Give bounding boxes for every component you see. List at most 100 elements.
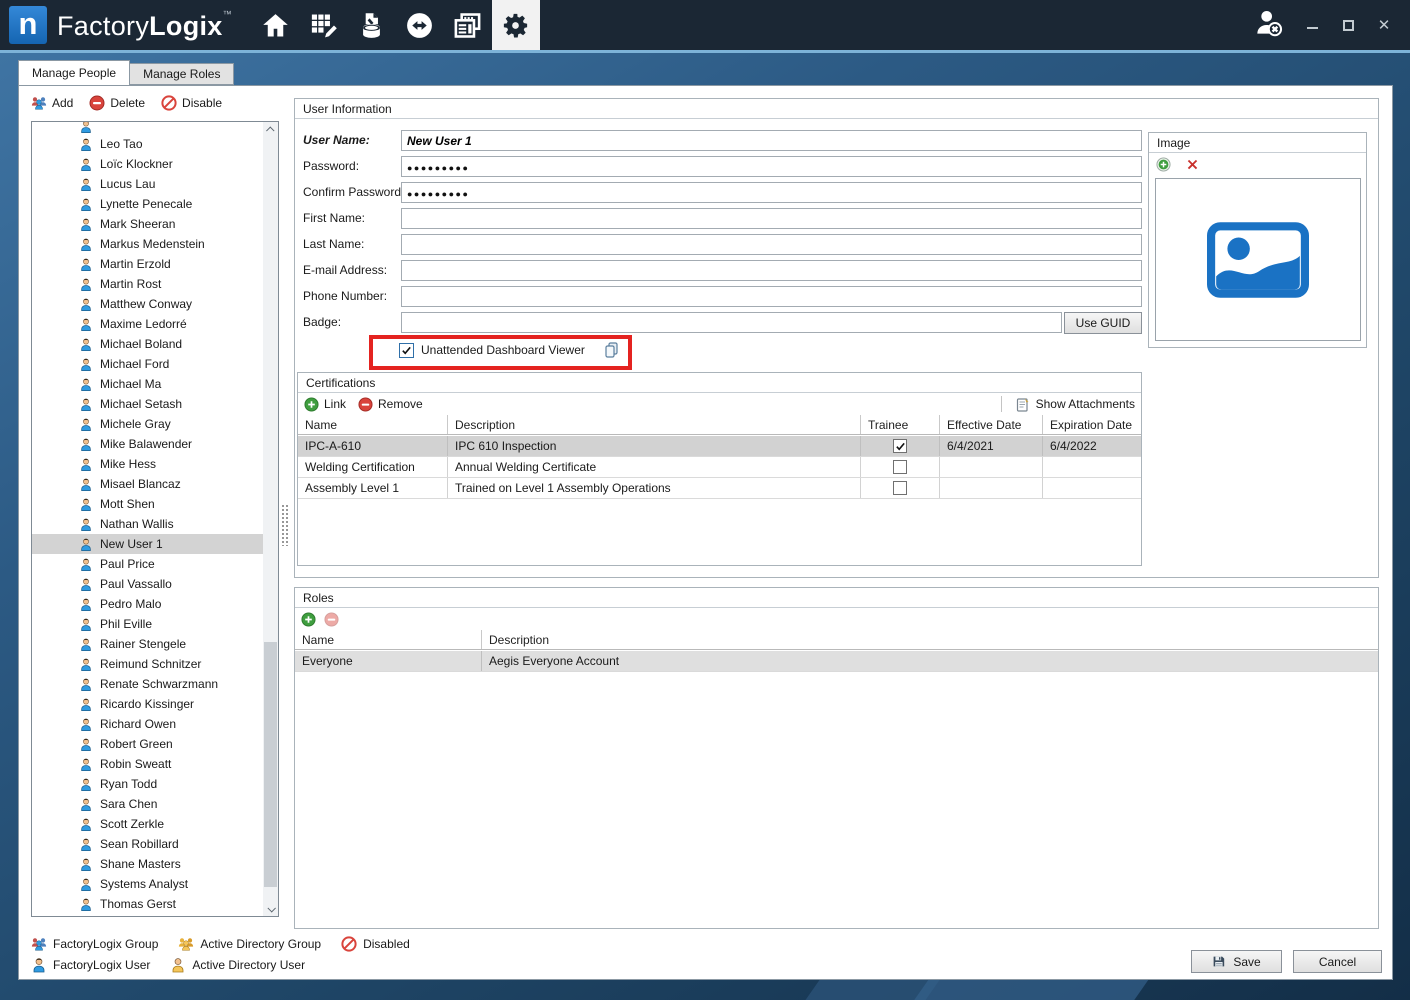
list-item[interactable]: Michael Boland	[32, 334, 264, 354]
list-item[interactable]: Richard Owen	[32, 714, 264, 734]
list-item[interactable]: Sean Robillard	[32, 834, 264, 854]
list-item[interactable]: Lynette Penecale	[32, 194, 264, 214]
logout-user-icon[interactable]	[1252, 7, 1284, 44]
minimize-button[interactable]	[1304, 17, 1320, 33]
list-item[interactable]: Sara Chen	[32, 794, 264, 814]
col-effective-date[interactable]: Effective Date	[940, 415, 1043, 434]
list-item[interactable]: Tim Jernagin	[32, 914, 264, 917]
list-item[interactable]: Markus Medenstein	[32, 234, 264, 254]
add-role-icon[interactable]	[301, 612, 316, 627]
maximize-button[interactable]	[1340, 17, 1356, 33]
list-item[interactable]: Leo Tao	[32, 134, 264, 154]
list-item[interactable]: Rainer Stengele	[32, 634, 264, 654]
list-item[interactable]: Renate Schwarzmann	[32, 674, 264, 694]
remove-role-icon[interactable]	[324, 612, 339, 627]
list-item[interactable]: Mike Balawender	[32, 434, 264, 454]
list-item[interactable]: Martin Erzold	[32, 254, 264, 274]
badge-label: Badge:	[303, 315, 341, 329]
email-address-field[interactable]	[401, 260, 1142, 281]
active-directory-group-icon	[178, 936, 194, 952]
table-row[interactable]: IPC-A-610IPC 610 Inspection6/4/20216/4/2…	[298, 436, 1141, 457]
table-row[interactable]: EveryoneAegis Everyone Account	[295, 651, 1378, 672]
list-item[interactable]: Mott Shen	[32, 494, 264, 514]
list-item[interactable]	[32, 122, 264, 134]
sync-circle-arrows-icon[interactable]	[396, 0, 444, 50]
list-item[interactable]: Robert Green	[32, 734, 264, 754]
scroll-thumb[interactable]	[264, 642, 277, 887]
tab-manage-people[interactable]: Manage People	[18, 60, 130, 85]
table-row[interactable]: Assembly Level 1Trained on Level 1 Assem…	[298, 478, 1141, 499]
list-item[interactable]: Matthew Conway	[32, 294, 264, 314]
confirm-password-field[interactable]: ●●●●●●●●●	[401, 182, 1142, 203]
people-scrollbar[interactable]	[263, 122, 278, 916]
attachment-icon	[1016, 397, 1030, 412]
list-item[interactable]: Misael Blancaz	[32, 474, 264, 494]
production-database-icon[interactable]	[348, 0, 396, 50]
add-person-button[interactable]: Add	[31, 95, 73, 111]
list-item[interactable]: Maxime Ledorré	[32, 314, 264, 334]
col-trainee[interactable]: Trainee	[861, 415, 940, 434]
list-item[interactable]: Martin Rost	[32, 274, 264, 294]
use-guid-button[interactable]: Use GUID	[1064, 312, 1142, 334]
list-item[interactable]: Michele Gray	[32, 414, 264, 434]
list-item[interactable]: Ryan Todd	[32, 774, 264, 794]
trainee-checkbox[interactable]	[893, 439, 907, 453]
delete-person-button[interactable]: Delete	[89, 95, 145, 111]
list-item[interactable]: Michael Ma	[32, 374, 264, 394]
save-button[interactable]: Save	[1191, 950, 1282, 973]
list-item[interactable]: Systems Analyst	[32, 874, 264, 894]
list-item[interactable]: Nathan Wallis	[32, 514, 264, 534]
col-name[interactable]: Name	[298, 415, 448, 434]
confirm-password-label: Confirm Password:	[303, 185, 404, 199]
list-item[interactable]: Michael Ford	[32, 354, 264, 374]
list-item[interactable]: Paul Vassallo	[32, 574, 264, 594]
phone-number-field[interactable]	[401, 286, 1142, 307]
user-name-field[interactable]: New User 1	[401, 130, 1142, 151]
col-expiration-date[interactable]: Expiration Date	[1043, 415, 1141, 434]
badge-field[interactable]	[401, 312, 1062, 333]
unattended-dashboard-checkbox[interactable]	[399, 343, 414, 358]
list-item[interactable]: Shane Masters	[32, 854, 264, 874]
list-item[interactable]: Mike Hess	[32, 454, 264, 474]
list-item[interactable]: Pedro Malo	[32, 594, 264, 614]
list-item[interactable]: Reimund Schnitzer	[32, 654, 264, 674]
list-item[interactable]: Ricardo Kissinger	[32, 694, 264, 714]
scroll-up-arrow[interactable]	[263, 122, 278, 137]
list-item[interactable]: Loïc Klockner	[32, 154, 264, 174]
image-placeholder-icon	[1207, 222, 1309, 298]
list-item[interactable]: Mark Sheeran	[32, 214, 264, 234]
list-item[interactable]: Thomas Gerst	[32, 894, 264, 914]
dashboards-windows-icon[interactable]	[444, 0, 492, 50]
list-item[interactable]: Lucus Lau	[32, 174, 264, 194]
link-certification-button[interactable]: Link	[304, 397, 346, 412]
list-item[interactable]: Phil Eville	[32, 614, 264, 634]
person-icon	[79, 397, 93, 412]
close-button[interactable]: ✕	[1376, 17, 1392, 33]
list-item[interactable]: New User 1	[32, 534, 264, 554]
list-item[interactable]: Michael Setash	[32, 394, 264, 414]
show-attachments-button[interactable]: Show Attachments	[1036, 397, 1135, 411]
scroll-down-arrow[interactable]	[263, 901, 278, 916]
npi-grid-pencil-icon[interactable]	[300, 0, 348, 50]
splitter-grip[interactable]	[281, 504, 288, 546]
list-item[interactable]: Scott Zerkle	[32, 814, 264, 834]
list-item[interactable]: Paul Price	[32, 554, 264, 574]
home-icon[interactable]	[252, 0, 300, 50]
col-role-name[interactable]: Name	[295, 630, 482, 649]
tab-manage-roles[interactable]: Manage Roles	[130, 63, 234, 85]
settings-gear-icon[interactable]	[492, 0, 540, 50]
col-description[interactable]: Description	[448, 415, 861, 434]
last-name-field[interactable]	[401, 234, 1142, 255]
first-name-field[interactable]	[401, 208, 1142, 229]
col-role-description[interactable]: Description	[482, 630, 1378, 649]
table-row[interactable]: Welding CertificationAnnual Welding Cert…	[298, 457, 1141, 478]
cancel-button[interactable]: Cancel	[1293, 950, 1382, 973]
disable-person-button[interactable]: Disable	[161, 95, 222, 111]
list-item[interactable]: Robin Sweatt	[32, 754, 264, 774]
trainee-checkbox[interactable]	[893, 460, 907, 474]
remove-image-icon[interactable]	[1185, 157, 1200, 172]
trainee-checkbox[interactable]	[893, 481, 907, 495]
remove-certification-button[interactable]: Remove	[358, 397, 423, 412]
password-field[interactable]: ●●●●●●●●●	[401, 156, 1142, 177]
add-image-icon[interactable]	[1156, 157, 1171, 172]
